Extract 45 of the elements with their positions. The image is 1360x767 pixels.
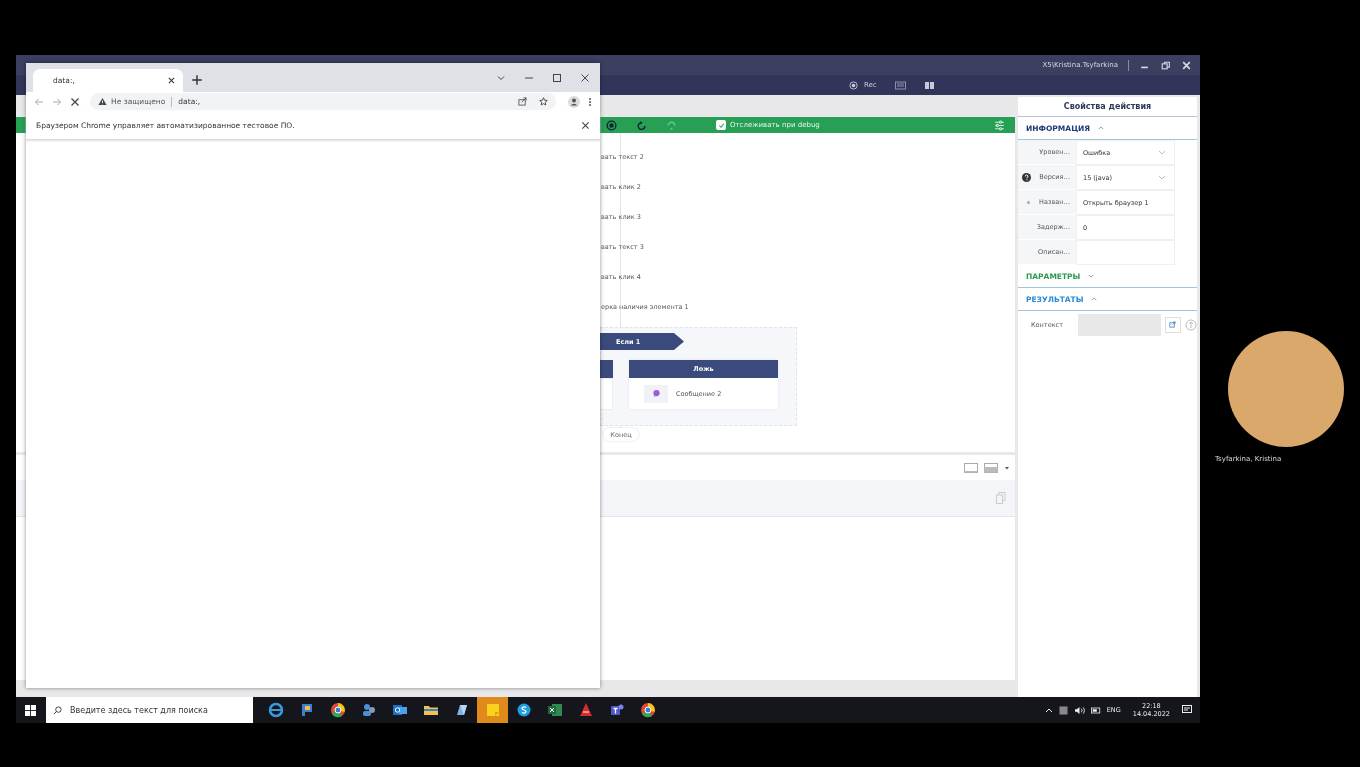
close-icon[interactable]	[580, 72, 590, 83]
record-icon	[848, 80, 859, 90]
sliders-icon[interactable]	[994, 119, 1005, 131]
teams-icon[interactable]	[608, 702, 625, 718]
profile-icon[interactable]	[568, 95, 580, 108]
mail-icon[interactable]	[391, 702, 408, 718]
close-icon[interactable]	[581, 120, 590, 130]
checkmark-icon	[717, 121, 725, 129]
book-icon[interactable]	[923, 80, 935, 90]
required-dot-icon	[1027, 200, 1030, 204]
close-icon[interactable]	[168, 77, 175, 84]
external-link-icon	[1169, 321, 1177, 328]
notification-icon[interactable]	[1182, 705, 1192, 715]
restore-icon[interactable]	[1160, 59, 1171, 71]
people-icon[interactable]	[360, 702, 377, 718]
speaker-icon[interactable]	[1073, 705, 1085, 715]
stop-icon[interactable]	[606, 119, 617, 131]
search-icon	[53, 705, 62, 715]
search-field[interactable]: Введите здесь текст для поиска	[46, 697, 253, 723]
circle-logo-icon[interactable]	[329, 702, 346, 718]
plus-icon[interactable]	[191, 74, 203, 86]
windows-logo-icon[interactable]	[25, 704, 36, 716]
close-icon[interactable]	[70, 96, 80, 107]
keyboard-icon[interactable]	[894, 80, 906, 90]
refresh-icon[interactable]	[636, 119, 647, 131]
chat-bubble-icon	[651, 389, 661, 398]
step-icon	[666, 119, 677, 131]
help-icon[interactable]	[1022, 172, 1031, 182]
menu-icon[interactable]	[588, 96, 592, 107]
browser-e-icon[interactable]	[267, 702, 284, 718]
caret-icon[interactable]	[1004, 464, 1010, 471]
spreadsheet-icon[interactable]	[546, 702, 563, 718]
chevron-down-icon	[1158, 150, 1166, 155]
share-icon[interactable]	[518, 97, 527, 106]
warning-icon	[98, 97, 107, 106]
checkbox[interactable]	[716, 120, 726, 130]
chat-s-icon[interactable]	[515, 702, 532, 718]
circle-logo-icon[interactable]	[639, 702, 656, 718]
pdf-icon[interactable]	[577, 702, 594, 718]
tray-app-icon[interactable]	[1058, 705, 1068, 715]
branch-header	[600, 360, 613, 378]
chevron-down-icon	[1158, 175, 1166, 180]
star-icon[interactable]	[539, 97, 548, 106]
battery-icon[interactable]	[1090, 706, 1101, 714]
maximize-icon[interactable]	[552, 72, 562, 83]
